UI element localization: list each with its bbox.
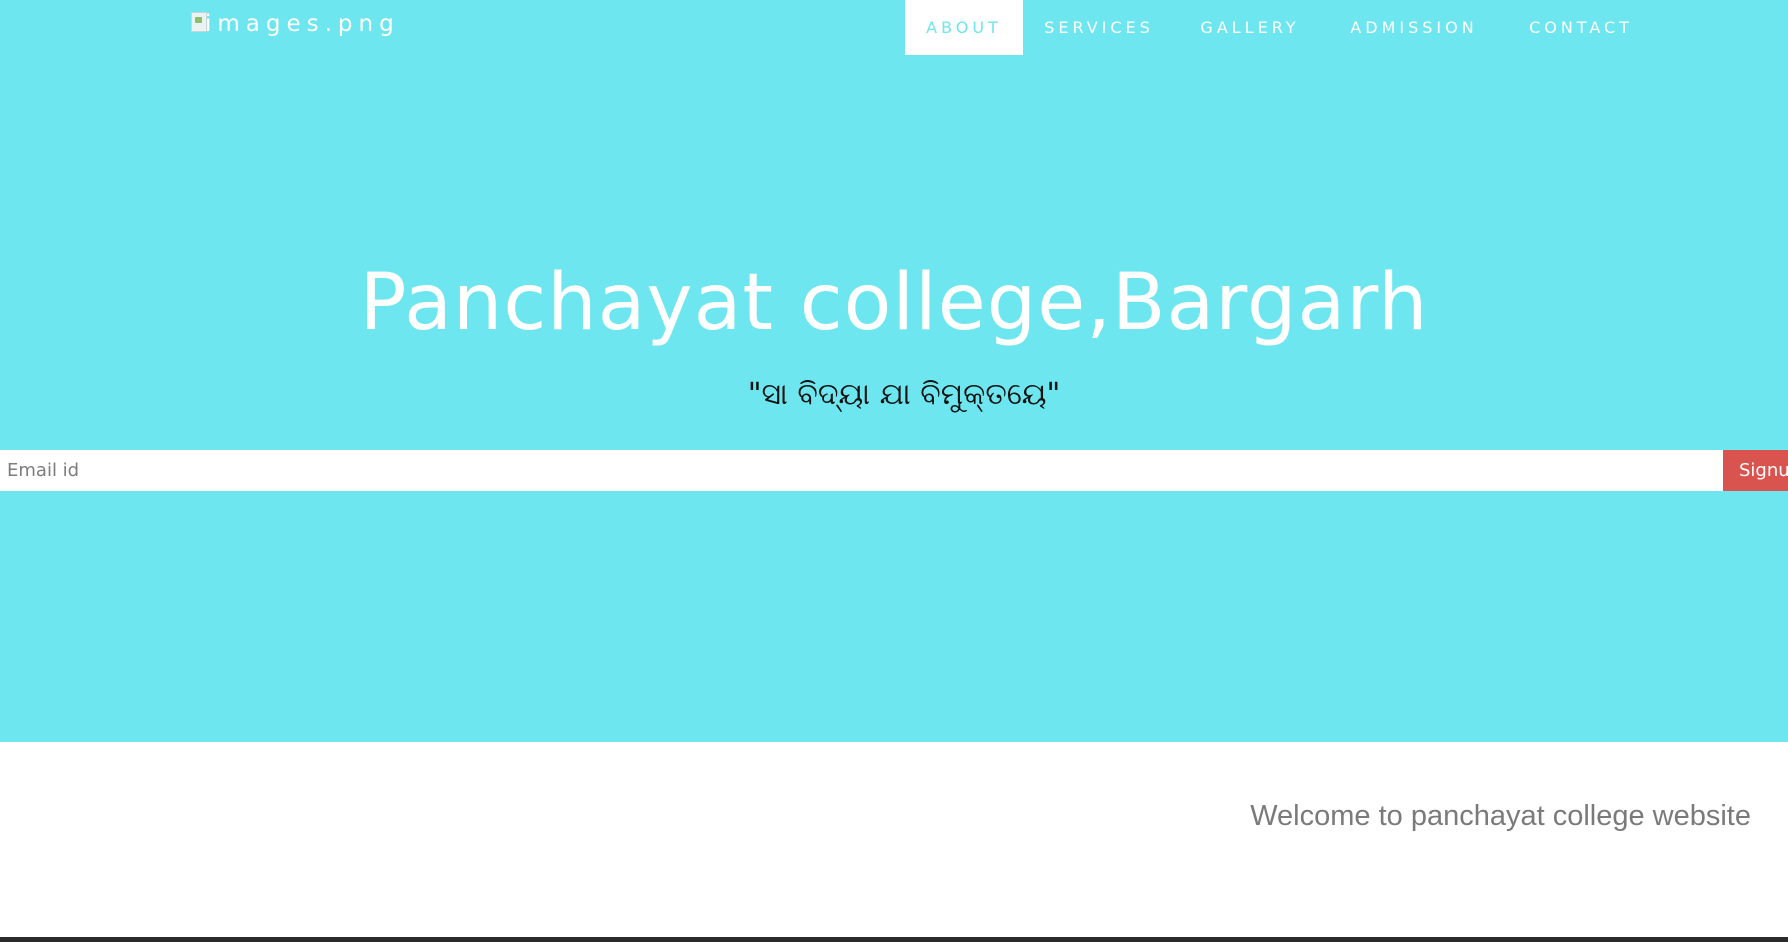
page: images.png ABOUT SERVICES GALLERY ADMISS… xyxy=(0,0,1788,942)
email-input[interactable] xyxy=(0,450,1723,491)
college-motto: "ସା ବିଦ୍ୟା ଯା ବିମୁକ୍ତୟେ" xyxy=(747,377,1061,412)
nav-services[interactable]: SERVICES xyxy=(1023,0,1175,55)
broken-image-icon xyxy=(191,12,207,32)
nav-about[interactable]: ABOUT xyxy=(905,0,1023,55)
signup-button[interactable]: Signup xyxy=(1723,450,1788,491)
welcome-heading: Welcome to panchayat college website xyxy=(1250,800,1751,832)
footer-strip xyxy=(0,937,1788,942)
page-title: Panchayat college,Bargarh xyxy=(359,258,1429,348)
nav-gallery[interactable]: GALLERY xyxy=(1175,0,1325,55)
nav-admission[interactable]: ADMISSION xyxy=(1325,0,1503,55)
nav-contact[interactable]: CONTACT xyxy=(1503,0,1659,55)
logo-link[interactable]: images.png xyxy=(191,10,400,38)
hero-section: images.png ABOUT SERVICES GALLERY ADMISS… xyxy=(0,0,1788,742)
signup-form: Signup xyxy=(0,450,1788,491)
main-nav: ABOUT SERVICES GALLERY ADMISSION CONTACT xyxy=(905,0,1659,55)
logo-alt-text: images.png xyxy=(205,11,400,37)
